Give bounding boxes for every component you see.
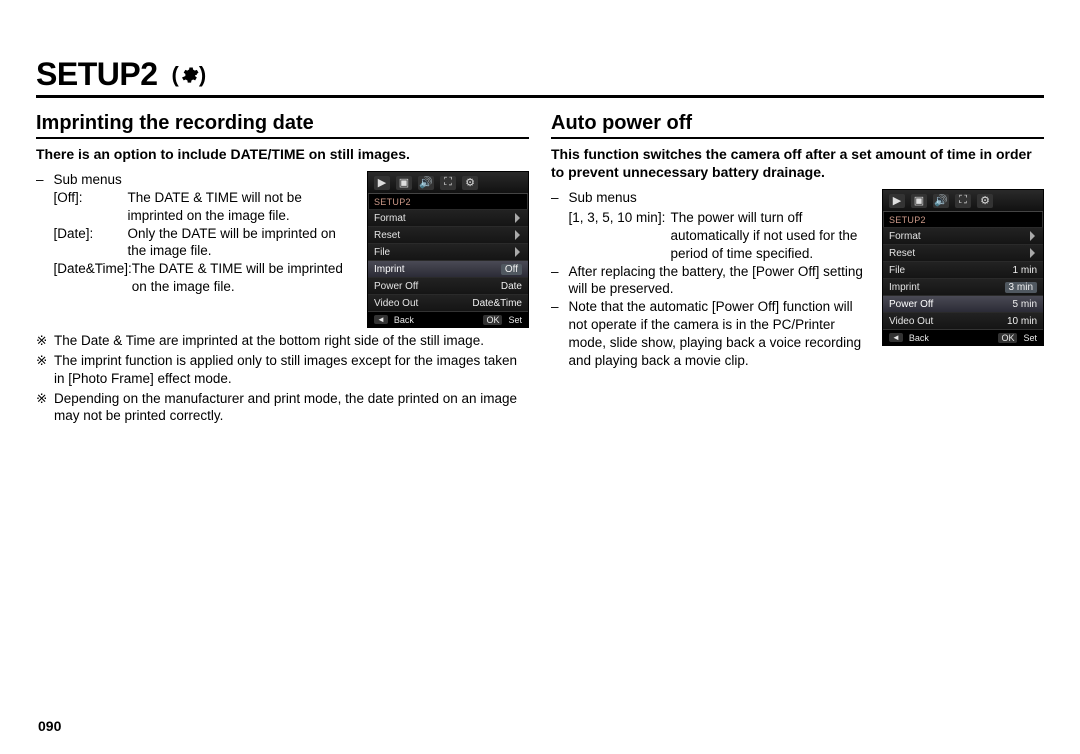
lcd-row-poweroff: Power Off Date [368, 277, 528, 294]
lcd-label: Reset [889, 248, 1027, 259]
ok-key-icon: OK [483, 315, 502, 325]
lcd-value: 10 min [1007, 316, 1037, 327]
left-column: Imprinting the recording date There is a… [36, 112, 529, 425]
setup2-icon: ⚙ [462, 176, 478, 190]
play-icon: ▶ [889, 194, 905, 208]
sound-icon: 🔊 [418, 176, 434, 190]
gear-icon: () [171, 64, 206, 86]
lcd-crumb: SETUP2 [368, 194, 528, 209]
play-icon: ▶ [374, 176, 390, 190]
ok-key-icon: OK [998, 333, 1017, 343]
note-item: The imprint function is applied only to … [36, 352, 529, 388]
square-icon: ▣ [911, 194, 927, 208]
lcd-label: Video Out [889, 316, 1007, 327]
lcd-label: Format [889, 231, 1027, 242]
right-column: Auto power off This function switches th… [551, 112, 1044, 425]
lcd-label: Power Off [374, 281, 501, 292]
bullet-text: Note that the automatic [Power Off] func… [569, 298, 870, 369]
chevron-right-icon [514, 230, 522, 240]
lcd-footer: ◄ Back OK Set [368, 311, 528, 327]
submenus-label: Sub menus [54, 171, 355, 189]
note-item: Depending on the manufacturer and print … [36, 390, 529, 426]
back-key-icon: ◄ [374, 315, 388, 324]
lcd-row-file: File 1 min [883, 261, 1043, 278]
left-intro: There is an option to include DATE/TIME … [36, 145, 529, 163]
bullet-text: After replacing the battery, the [Power … [569, 263, 870, 299]
options-term: [1, 3, 5, 10 min]: [569, 209, 671, 262]
right-intro: This function switches the camera off af… [551, 145, 1044, 181]
lcd-label: Format [374, 213, 512, 224]
lcd-screenshot-imprint: ▶ ▣ 🔊 ⛶ ⚙ SETUP2 Format Reset File [367, 171, 529, 328]
lcd-row-reset: Reset [883, 244, 1043, 261]
left-notes: The Date & Time are imprinted at the bot… [36, 332, 529, 425]
lcd-screenshot-poweroff: ▶ ▣ 🔊 ⛶ ⚙ SETUP2 Format Reset File [882, 189, 1044, 346]
lcd-label: Video Out [374, 298, 472, 309]
bullet-item: After replacing the battery, the [Power … [551, 263, 870, 299]
definition-row: [Off]: The DATE & TIME will not be impri… [54, 189, 355, 225]
back-label: Back [909, 333, 929, 343]
page-title-bar: SETUP2 () [36, 56, 1044, 98]
lcd-value: Date&Time [472, 298, 522, 309]
def-desc-datetime: The DATE & TIME will be imprinted on the… [132, 260, 355, 296]
lcd-label: Power Off [889, 299, 1013, 310]
chevron-right-icon [1029, 248, 1037, 258]
section-heading-autopoweroff: Auto power off [551, 112, 1044, 135]
lcd-value: Off [501, 264, 522, 275]
def-term-datetime: [Date&Time]: [54, 260, 132, 296]
lcd-row-file: File [368, 243, 528, 260]
back-label: Back [394, 315, 414, 325]
lcd-label: File [374, 247, 512, 258]
back-key-icon: ◄ [889, 333, 903, 342]
lcd-row-videoout: Video Out 10 min [883, 312, 1043, 329]
lcd-label: Imprint [374, 264, 501, 275]
lcd-label: Reset [374, 230, 512, 241]
setup1-icon: ⛶ [440, 176, 456, 190]
chevron-right-icon [514, 247, 522, 257]
lcd-label: File [889, 265, 1013, 276]
definition-row: [Date&Time]: The DATE & TIME will be imp… [54, 260, 355, 296]
lcd-value: 5 min [1013, 299, 1037, 310]
lcd-top-icons: ▶ ▣ 🔊 ⛶ ⚙ [883, 190, 1043, 212]
section-heading-imprint: Imprinting the recording date [36, 112, 529, 135]
lcd-crumb: SETUP2 [883, 212, 1043, 227]
note-item: The Date & Time are imprinted at the bot… [36, 332, 529, 350]
ok-label: Set [1023, 333, 1037, 343]
lcd-top-icons: ▶ ▣ 🔊 ⛶ ⚙ [368, 172, 528, 194]
lcd-row-videoout: Video Out Date&Time [368, 294, 528, 311]
def-term-off: [Off]: [54, 189, 128, 225]
lcd-row-poweroff: Power Off 5 min [883, 295, 1043, 312]
lcd-row-format: Format [368, 209, 528, 226]
definition-row: [1, 3, 5, 10 min]: The power will turn o… [569, 209, 870, 262]
submenus-item: Sub menus [1, 3, 5, 10 min]: The power w… [551, 189, 870, 262]
setup2-icon: ⚙ [977, 194, 993, 208]
sound-icon: 🔊 [933, 194, 949, 208]
ok-label: Set [508, 315, 522, 325]
lcd-value: 3 min [1005, 282, 1037, 293]
def-desc-date: Only the DATE will be imprinted on the i… [128, 225, 355, 261]
lcd-row-imprint: Imprint 3 min [883, 278, 1043, 295]
bullet-item: Note that the automatic [Power Off] func… [551, 298, 870, 369]
lcd-row-reset: Reset [368, 226, 528, 243]
lcd-footer: ◄ Back OK Set [883, 329, 1043, 345]
page-number: 090 [38, 718, 61, 734]
lcd-row-imprint: Imprint Off [368, 260, 528, 277]
submenus-item: Sub menus [Off]: The DATE & TIME will no… [36, 171, 355, 296]
lcd-label: Imprint [889, 282, 1005, 293]
setup1-icon: ⛶ [955, 194, 971, 208]
chevron-right-icon [514, 213, 522, 223]
def-desc-off: The DATE & TIME will not be imprinted on… [128, 189, 355, 225]
def-term-date: [Date]: [54, 225, 128, 261]
definition-row: [Date]: Only the DATE will be imprinted … [54, 225, 355, 261]
submenus-label: Sub menus [569, 189, 870, 207]
section-heading-wrap: Imprinting the recording date [36, 112, 529, 139]
lcd-value: 1 min [1013, 265, 1037, 276]
square-icon: ▣ [396, 176, 412, 190]
lcd-row-format: Format [883, 227, 1043, 244]
page-title: SETUP2 [36, 56, 157, 93]
options-desc: The power will turn off automatically if… [671, 209, 870, 262]
lcd-value: Date [501, 281, 522, 292]
section-heading-wrap: Auto power off [551, 112, 1044, 139]
chevron-right-icon [1029, 231, 1037, 241]
